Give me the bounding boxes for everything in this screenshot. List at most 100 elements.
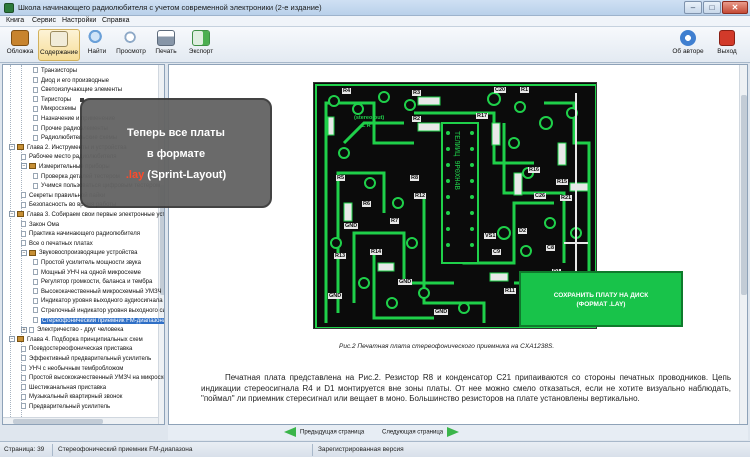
menu-help[interactable]: Справка <box>102 17 129 24</box>
prev-page-button[interactable]: Предыдущая страница <box>284 427 364 438</box>
tree-topic-item[interactable]: Шестиканальная приставка <box>21 384 106 393</box>
menu-book[interactable]: Книга <box>6 17 24 24</box>
tree-item-label: Простой высококачественный УМЗЧ на микро… <box>29 375 165 382</box>
maximize-button[interactable]: □ <box>703 1 721 14</box>
page-icon <box>33 96 38 103</box>
tree-topic-item[interactable]: Все о печатных платах <box>21 240 93 249</box>
tree-topic-item[interactable]: Высококачественный микросхемный УМЗЧ <box>33 288 161 297</box>
toolbar: Обложка Содержание Найти Просмотр Печать… <box>0 27 750 63</box>
tree-topic-item[interactable]: УНЧ с необычным тембробложом <box>21 365 123 374</box>
content-vertical-scrollbar[interactable] <box>739 65 747 424</box>
next-page-label: Следующая страница <box>382 429 444 436</box>
exit-button[interactable]: Выход <box>712 29 742 61</box>
tree-item-label: Предварительный усилитель <box>29 404 111 410</box>
tree-topic-item[interactable]: Диод и его производные <box>33 77 109 86</box>
tree-chapter-item[interactable]: − Глава 3. Собираем свои первые электронн… <box>9 211 165 220</box>
tree-guide-line <box>10 65 11 417</box>
find-button[interactable]: Найти <box>84 29 110 61</box>
callout-line-2: в формате <box>146 148 206 160</box>
content-scroll-thumb[interactable] <box>741 95 747 295</box>
tree-topic-item[interactable]: Музыкальный квартирный звонок <box>21 393 122 402</box>
tree-topic-item[interactable]: Стереофонический приемник FM-диапазона <box>33 317 164 326</box>
pcb-component-label: R3 <box>412 90 422 96</box>
tree-chapter-item[interactable]: − Глава 4. Подборка принципиальных схем <box>9 336 143 345</box>
contents-button[interactable]: Содержание <box>38 29 80 61</box>
collapse-icon[interactable]: − <box>9 336 15 343</box>
chapter-book-icon <box>17 144 24 151</box>
tree-item-label: Музыкальный квартирный звонок <box>29 394 123 401</box>
menu-settings[interactable]: Настройки <box>62 17 96 24</box>
page-icon <box>21 365 26 372</box>
tree-topic-item[interactable]: Практика начинающего радиолюбителя <box>21 230 140 239</box>
pcb-component-label: GND <box>434 309 449 315</box>
tree-item-label: Электричество - друг человека <box>37 327 124 334</box>
page-icon <box>33 297 38 304</box>
tree-hscroll-thumb[interactable] <box>13 419 103 424</box>
chapter-book-icon <box>17 211 24 218</box>
collapse-icon[interactable]: − <box>21 249 27 256</box>
about-author-button[interactable]: Об авторе <box>670 29 706 61</box>
tree-item-label: Стереофонический приемник FM-диапазона <box>41 317 164 324</box>
tree-topic-item[interactable]: + Электричество - друг человека <box>21 326 123 335</box>
tree-topic-item[interactable]: Микросхемы <box>33 105 76 114</box>
tree-topic-item[interactable]: Стрелочный индикатор уровня выходного си… <box>33 307 164 316</box>
page-navigation: Предыдущая страница Следующая страница <box>168 425 748 440</box>
tree-topic-item[interactable]: Мощный УНЧ на одной микросхеме <box>33 269 141 278</box>
tree-horizontal-scrollbar[interactable] <box>3 417 158 424</box>
minimize-button[interactable]: – <box>684 1 702 14</box>
page-icon <box>33 67 38 74</box>
tree-topic-item[interactable]: Регулятор громкости, баланса и тембра <box>33 278 152 287</box>
page-icon <box>33 288 38 295</box>
menu-service[interactable]: Сервис <box>32 17 56 24</box>
print-button[interactable]: Печать <box>152 29 180 61</box>
tree-topic-item[interactable]: Псевдостереофоническая приставка <box>21 345 132 354</box>
pcb-component-label: R14 <box>370 249 383 255</box>
page-icon <box>21 192 26 199</box>
prev-page-label: Предыдущая страница <box>300 429 365 436</box>
tree-item-label: Эффективный предварительный усилитель <box>29 356 152 362</box>
pcb-component-label: R17 <box>476 113 489 119</box>
page-icon <box>21 221 26 228</box>
expand-icon[interactable]: + <box>21 326 27 333</box>
page-icon <box>33 259 38 266</box>
tree-topic-item[interactable]: Предварительный усилитель <box>21 403 110 412</box>
collapse-icon[interactable]: − <box>9 144 15 151</box>
tree-item-label: Высококачественный микросхемный УМЗЧ <box>41 288 162 295</box>
tree-topic-item[interactable]: Простой усилитель мощности звука <box>33 259 141 268</box>
pcb-component-label: GND <box>344 223 359 229</box>
next-page-button[interactable]: Следующая страница <box>382 427 460 438</box>
status-bar: Страница: 39 Стереофонический приемник F… <box>0 441 750 457</box>
page-icon <box>33 134 38 141</box>
tree-item-label: Регулятор громкости, баланса и тембра <box>41 279 153 286</box>
collapse-icon[interactable]: − <box>9 211 15 218</box>
tree-chapter-item[interactable]: − Звуковоспроизводящие устройства <box>21 249 137 258</box>
tree-topic-item[interactable]: Простой высококачественный УМЗЧ на микро… <box>21 374 165 383</box>
menu-bar: Книга Сервис Настройки Справка <box>0 16 750 27</box>
tree-topic-item[interactable]: Эффективный предварительный усилитель <box>21 355 151 364</box>
close-button[interactable]: ✕ <box>722 1 748 14</box>
collapse-icon[interactable]: − <box>21 163 27 170</box>
page-icon <box>33 269 38 276</box>
preview-button[interactable]: Просмотр <box>114 29 148 61</box>
export-button[interactable]: Экспорт <box>186 29 216 61</box>
tree-topic-item[interactable]: Закон Ома <box>21 221 59 230</box>
tree-topic-item[interactable]: Светоизлучающие элементы <box>33 86 122 95</box>
export-icon <box>192 30 210 46</box>
page-icon <box>33 173 38 180</box>
callout-format-rest: (Sprint-Layout) <box>144 169 227 181</box>
save-board-button[interactable]: СОХРАНИТЬ ПЛАТУ НА ДИСК (ФОРМАТ .LAY) <box>519 271 683 327</box>
tree-topic-item[interactable]: Транзисторы <box>33 67 77 76</box>
page-icon <box>33 105 38 112</box>
cover-button[interactable]: Обложка <box>4 29 36 61</box>
promo-callout-text: Теперь все платы в формате .lay (Sprint-… <box>80 123 272 186</box>
pcb-stereo-label: (stereo out) <box>354 115 385 121</box>
pcb-component-label: R5 <box>336 175 346 181</box>
save-board-format: (ФОРМАТ .LAY) <box>576 301 626 308</box>
pcb-component-label: R4 <box>342 88 352 94</box>
tree-item-label: Глава 3. Собираем свои первые электронны… <box>27 212 165 218</box>
tree-item-label: Звуковоспроизводящие устройства <box>39 250 138 257</box>
chapter-book-icon <box>17 336 24 343</box>
tree-topic-item[interactable]: Тиристоры <box>33 96 71 105</box>
status-separator <box>52 444 53 456</box>
tree-topic-item[interactable]: Индикатор уровня выходного аудиосигнала <box>33 297 163 306</box>
